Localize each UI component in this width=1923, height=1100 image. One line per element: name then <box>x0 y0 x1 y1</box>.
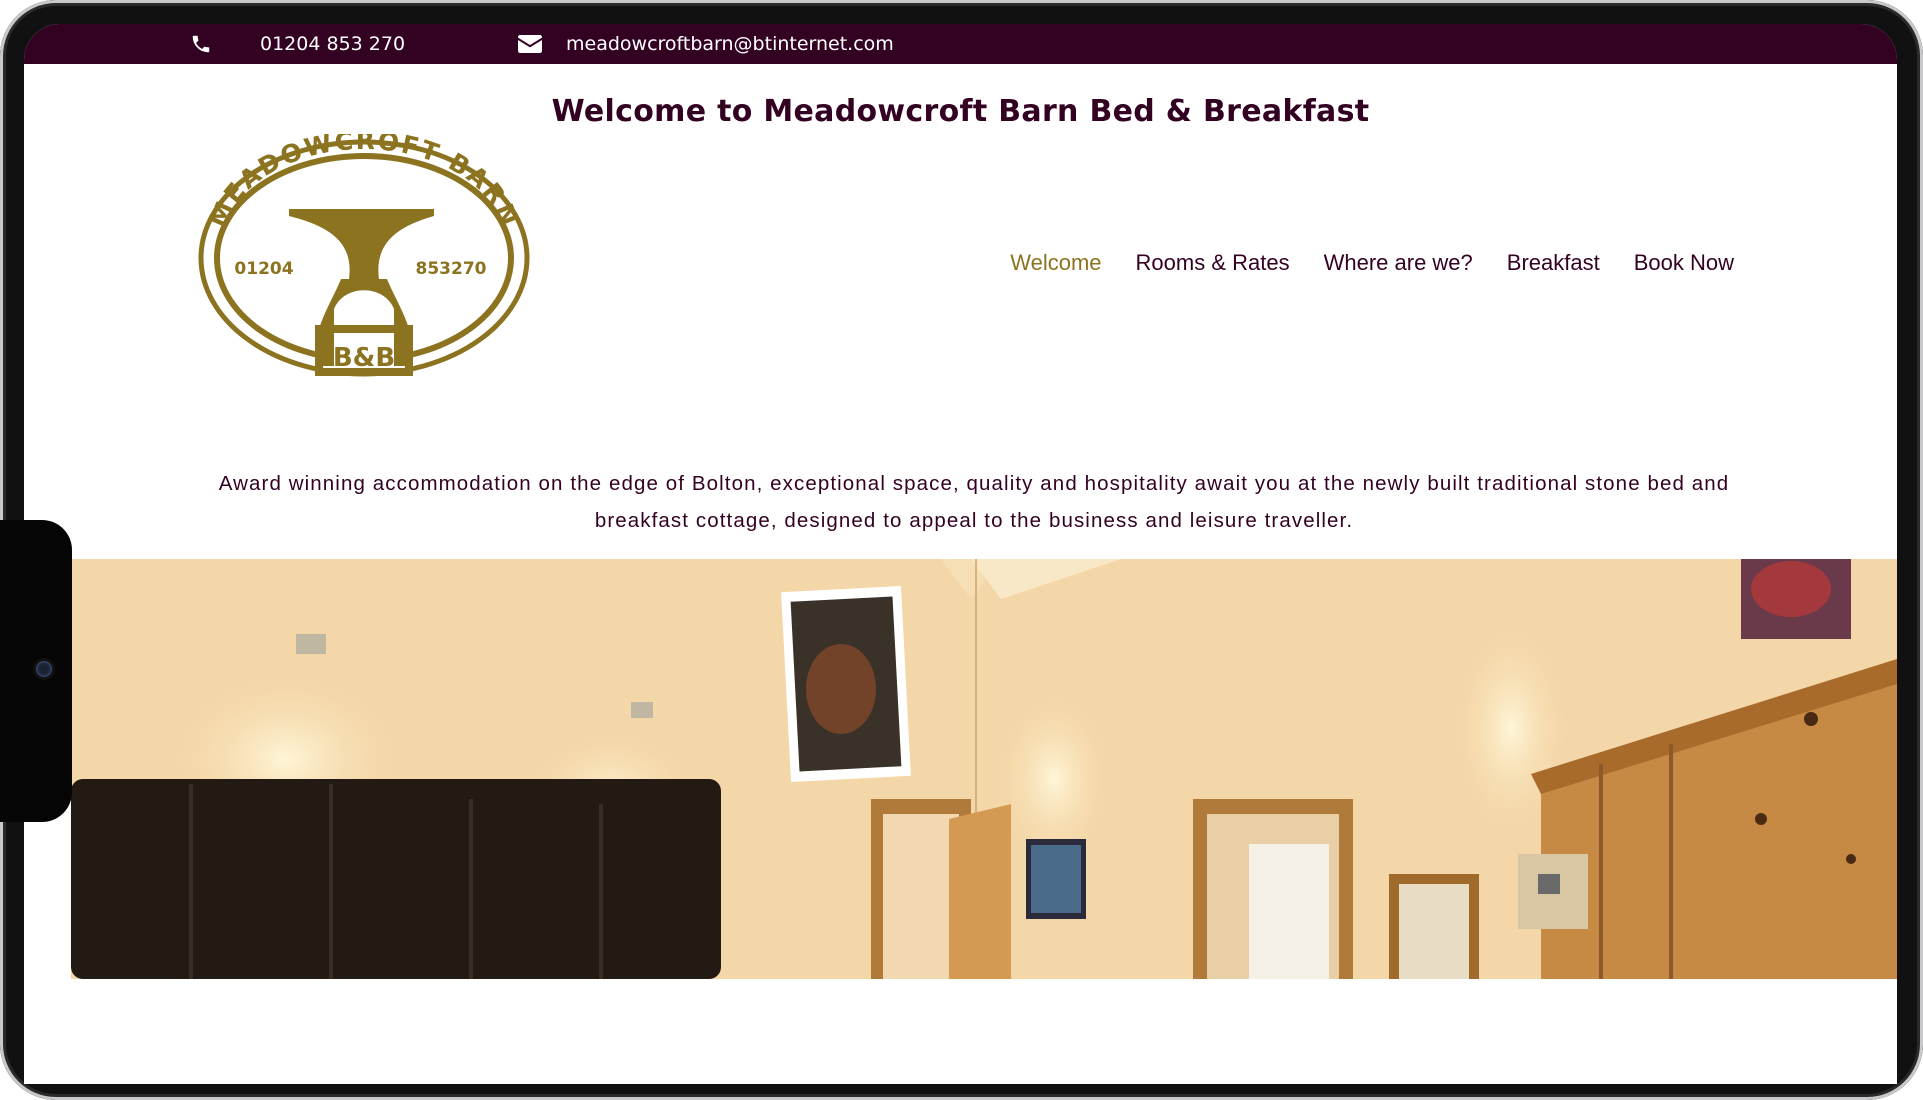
nav-item-welcome[interactable]: Welcome <box>993 250 1118 276</box>
site-logo[interactable]: MEADOWCROFT BARN 01204 853270 B&B <box>194 126 534 384</box>
logo-bottom-text: B&B <box>333 343 395 373</box>
intro-text: Award winning accommodation on the edge … <box>218 471 1730 532</box>
logo-left-text: 01204 <box>234 259 293 279</box>
email-address[interactable]: meadowcroftbarn@btinternet.com <box>566 33 894 55</box>
nav-item-book-now[interactable]: Book Now <box>1617 250 1751 276</box>
phone-icon <box>190 33 212 55</box>
phone-number[interactable]: 01204 853 270 <box>260 33 405 55</box>
main-navigation: Welcome Rooms & Rates Where are we? Brea… <box>993 250 1751 276</box>
phone-contact[interactable]: 01204 853 270 <box>190 24 405 64</box>
camera-icon <box>36 661 52 677</box>
hero-bedroom-photo <box>71 559 1897 979</box>
email-contact[interactable]: meadowcroftbarn@btinternet.com <box>518 24 894 64</box>
browser-viewport: 01204 853 270 meadowcroftbarn@btinternet… <box>24 24 1897 1084</box>
page-title: Welcome to Meadowcroft Barn Bed & Breakf… <box>551 94 1370 129</box>
nav-item-breakfast[interactable]: Breakfast <box>1490 250 1617 276</box>
nav-item-where-are-we[interactable]: Where are we? <box>1307 250 1490 276</box>
contact-bar: 01204 853 270 meadowcroftbarn@btinternet… <box>24 24 1897 64</box>
nav-item-rooms-rates[interactable]: Rooms & Rates <box>1119 250 1307 276</box>
logo-right-text: 853270 <box>416 259 487 279</box>
envelope-icon <box>518 35 542 53</box>
tablet-device-frame: 01204 853 270 meadowcroftbarn@btinternet… <box>0 0 1923 1100</box>
